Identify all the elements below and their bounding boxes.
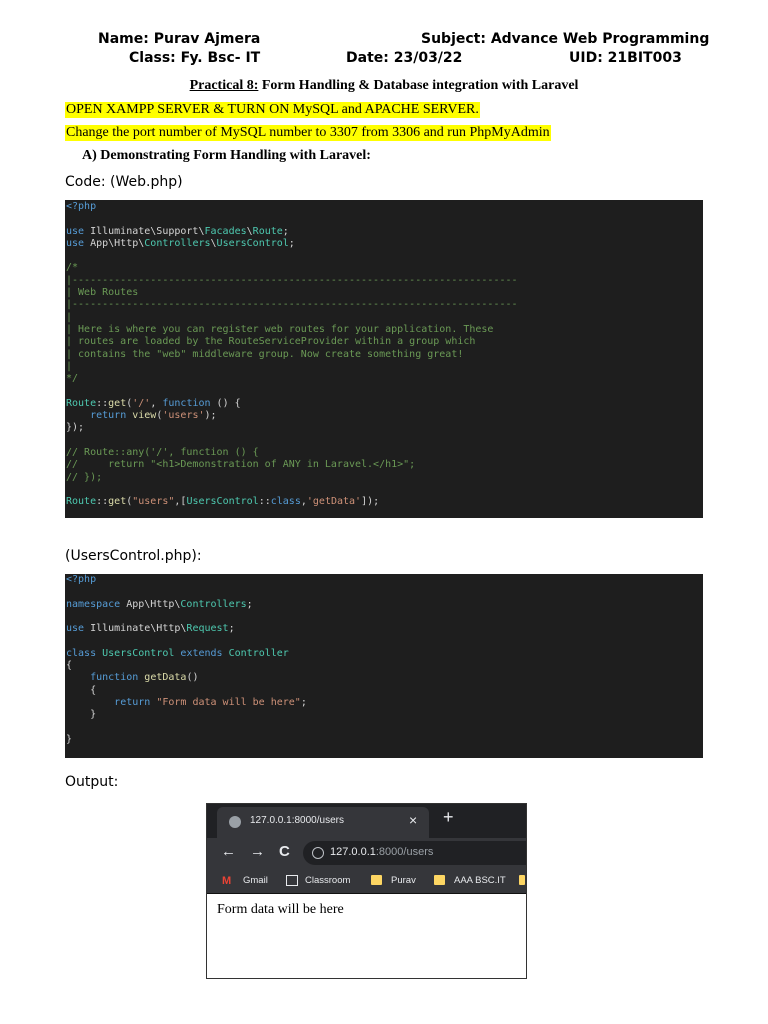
section-heading: A) Demonstrating Form Handling with Lara… xyxy=(82,148,371,163)
code-line: use Illuminate\Http\Request; xyxy=(66,623,235,635)
highlight-xampp: OPEN XAMPP SERVER & TURN ON MySQL and AP… xyxy=(65,102,480,118)
url-path: :8000/users xyxy=(375,846,434,858)
new-tab-icon[interactable]: + xyxy=(443,807,454,828)
browser-screenshot: 127.0.0.1:8000/users × + ← → C 127.0.0.1… xyxy=(206,803,527,979)
code-line: |---------------------------------------… xyxy=(66,299,518,311)
student-name: Name: Purav Ajmera xyxy=(98,31,261,47)
code-line: | contains the "web" middleware group. N… xyxy=(66,348,464,360)
tab-bar: 127.0.0.1:8000/users × + xyxy=(207,804,526,838)
tab-title: 127.0.0.1:8000/users xyxy=(250,815,344,826)
code-label-web: Code: (Web.php) xyxy=(65,174,183,190)
folder-icon xyxy=(519,875,525,885)
code-line: <?php xyxy=(66,201,97,212)
code-line: // Route::any('/', function () { xyxy=(66,446,259,458)
gmail-icon: M xyxy=(222,875,232,887)
code-line: <?php xyxy=(66,574,97,585)
code-block-userscontrol-php: <?php namespace App\Http\Controllers; us… xyxy=(65,574,703,758)
bookmark-aaa-bscit[interactable]: AAA BSC.IT xyxy=(454,875,506,886)
practical-topic: Form Handling & Database integration wit… xyxy=(258,78,579,93)
page-content-text: Form data will be here xyxy=(217,902,344,917)
forward-icon[interactable]: → xyxy=(250,843,265,860)
code-line: return view('users'); xyxy=(90,410,217,422)
classroom-icon xyxy=(286,875,298,886)
code-line: }); xyxy=(66,422,85,434)
code-line: namespace App\Http\Controllers; xyxy=(66,598,253,610)
code-line: | Here is where you can register web rou… xyxy=(66,323,494,335)
reload-icon[interactable]: C xyxy=(279,843,290,860)
url-text: 127.0.0.1:8000/users xyxy=(330,846,433,858)
info-icon[interactable] xyxy=(312,847,324,859)
code-line: Route::get('/', function () { xyxy=(66,397,241,409)
practical-number: Practical 8: xyxy=(189,78,259,93)
code-line: } xyxy=(66,709,97,721)
uid: UID: 21BIT003 xyxy=(569,50,682,66)
code-line: class UsersControl extends Controller xyxy=(66,647,289,659)
output-label: Output: xyxy=(65,774,119,790)
practical-title: Practical 8: Form Handling & Database in… xyxy=(0,78,768,94)
code-line: } xyxy=(66,733,73,745)
code-line: // }); xyxy=(66,471,103,483)
code-line: return "Form data will be here"; xyxy=(114,696,307,708)
browser-tab[interactable]: 127.0.0.1:8000/users × xyxy=(217,807,429,838)
code-line: | Web Routes xyxy=(66,287,139,299)
code-line: // return "<h1>Demonstration of ANY in L… xyxy=(66,459,416,471)
code-line: use Illuminate\Support\Facades\Route; xyxy=(66,225,289,237)
code-line: use App\Http\Controllers\UsersControl; xyxy=(66,237,295,249)
code-line: Route::get("users",[UsersControl::class,… xyxy=(66,496,380,508)
folder-icon xyxy=(434,875,445,885)
code-line: | xyxy=(66,311,73,323)
globe-icon xyxy=(229,816,241,828)
close-icon[interactable]: × xyxy=(409,812,417,828)
class: Class: Fy. Bsc- IT xyxy=(129,50,261,66)
code-block-web-php: <?php use Illuminate\Support\Facades\Rou… xyxy=(65,200,703,518)
folder-icon xyxy=(371,875,382,885)
code-label-userscontrol: (UsersControl.php): xyxy=(65,548,202,564)
code-line: | xyxy=(66,360,73,372)
code-line: { xyxy=(66,660,73,672)
code-line: |---------------------------------------… xyxy=(66,274,518,286)
highlight-port: Change the port number of MySQL number t… xyxy=(65,125,551,141)
url-host: 127.0.0.1 xyxy=(330,846,376,858)
code-line: function getData() xyxy=(90,672,199,684)
code-line: { xyxy=(66,684,97,696)
bookmarks-bar: M Gmail Classroom Purav AAA BSC.IT xyxy=(207,868,526,894)
back-icon[interactable]: ← xyxy=(221,843,236,860)
subject: Subject: Advance Web Programming xyxy=(421,31,710,47)
nav-bar: ← → C 127.0.0.1:8000/users xyxy=(207,838,526,868)
bookmark-purav[interactable]: Purav xyxy=(391,875,416,886)
code-line: /* xyxy=(66,262,79,274)
code-line: | routes are loaded by the RouteServiceP… xyxy=(66,336,476,348)
bookmark-gmail[interactable]: Gmail xyxy=(243,875,268,886)
code-line: */ xyxy=(66,373,79,385)
bookmark-classroom[interactable]: Classroom xyxy=(305,875,350,886)
address-bar[interactable]: 127.0.0.1:8000/users xyxy=(303,841,526,865)
date: Date: 23/03/22 xyxy=(346,50,463,66)
